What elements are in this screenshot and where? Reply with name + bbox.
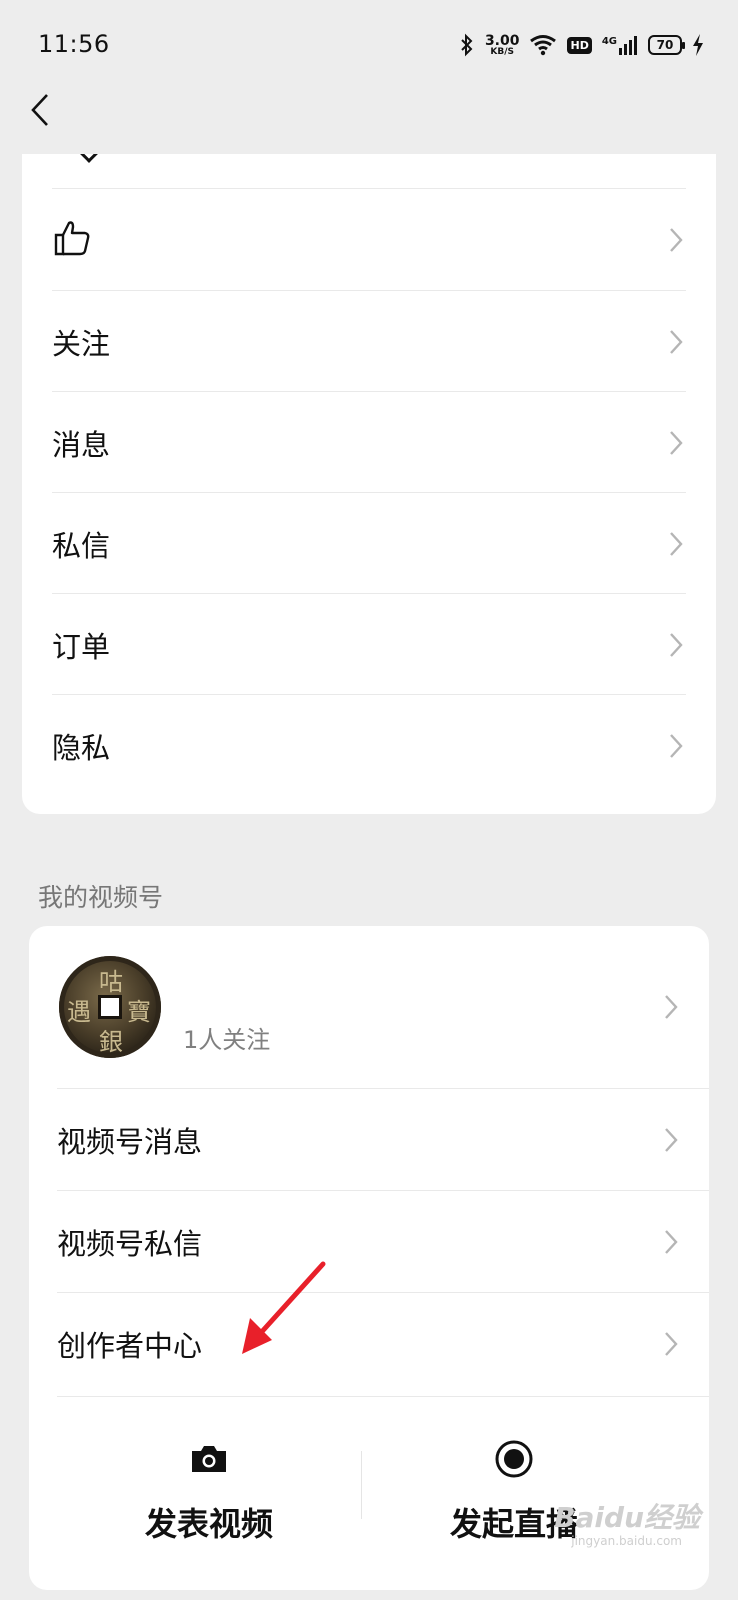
thumbs-up-icon [52, 219, 92, 261]
post-video-label: 发表视频 [144, 1505, 273, 1543]
channels-card: 咕 寶 遇 銀 1人关注 视频号消息 视频号私信 创作者中心 发表视频 发起直播 [29, 926, 709, 1590]
back-icon [31, 94, 48, 126]
network-speed-unit: KB/S [490, 46, 515, 57]
menu-item-label: 私信 [52, 529, 111, 563]
settings-card: 关注 消息 私信 订单 隐私 [22, 154, 716, 814]
chevron-right-icon [670, 431, 683, 455]
follower-count: 1人关注 [183, 1026, 271, 1054]
avatar-glyph: 咕 [99, 968, 123, 996]
channel-profile-row[interactable]: 咕 寶 遇 銀 1人关注 [29, 926, 709, 1088]
status-time: 11:56 [38, 30, 110, 58]
baidu-watermark: Baidu经验 [554, 1501, 700, 1534]
coin-hole [98, 995, 122, 1019]
chevron-right-icon [670, 734, 683, 758]
hd-badge: HD [567, 36, 592, 54]
menu-item-orders[interactable]: 订单 [52, 593, 686, 696]
wifi-icon [529, 34, 557, 56]
chevron-right-icon [665, 995, 678, 1019]
channel-item-messages[interactable]: 视频号消息 [57, 1088, 709, 1191]
channel-item-label: 创作者中心 [57, 1329, 203, 1363]
network-speed-value: 3.00 [484, 32, 520, 49]
menu-item-follow[interactable]: 关注 [52, 290, 686, 393]
baidu-watermark-url: jingyan.baidu.com [571, 1534, 682, 1548]
post-video-button[interactable]: 发表视频 [57, 1397, 361, 1543]
channel-item-label: 视频号消息 [57, 1125, 203, 1159]
chevron-right-icon [665, 1332, 678, 1356]
avatar-glyph: 寶 [127, 998, 151, 1026]
nav-bar [0, 90, 738, 154]
likes-row[interactable] [52, 188, 686, 291]
menu-item-messages[interactable]: 消息 [52, 391, 686, 494]
channel-item-private-messages[interactable]: 视频号私信 [57, 1190, 709, 1293]
avatar-glyph: 遇 [67, 998, 91, 1026]
channel-item-creator-center[interactable]: 创作者中心 [57, 1292, 709, 1395]
network-type: 4G [601, 36, 617, 47]
status-bar: 11:56 3.00 KB/S HD 4G 70 [0, 0, 738, 90]
menu-item-private-messages[interactable]: 私信 [52, 492, 686, 595]
chevron-right-icon [670, 330, 683, 354]
battery-icon: 70 [648, 35, 685, 55]
bluetooth-icon [459, 33, 475, 57]
section-title-channels: 我的视频号 [38, 883, 164, 912]
network-speed: 3.00 KB/S [485, 34, 520, 57]
menu-item-label: 消息 [52, 428, 111, 462]
chevron-right-icon [670, 228, 683, 252]
status-icons: 3.00 KB/S HD 4G 70 [459, 30, 704, 60]
menu-item-label: 关注 [52, 327, 111, 361]
camera-icon [189, 1439, 229, 1479]
signal-icon: 4G [602, 34, 638, 56]
chevron-right-icon [665, 1128, 678, 1152]
live-record-icon [494, 1439, 534, 1479]
charging-icon [692, 34, 704, 56]
chevron-right-icon [670, 633, 683, 657]
channel-item-label: 视频号私信 [57, 1227, 203, 1261]
avatar-glyph: 銀 [99, 1028, 123, 1056]
back-button[interactable] [20, 90, 60, 130]
menu-item-label: 订单 [52, 630, 111, 664]
partial-icon [79, 154, 99, 163]
menu-item-privacy[interactable]: 隐私 [52, 694, 686, 797]
chevron-right-icon [670, 532, 683, 556]
avatar: 咕 寶 遇 銀 [59, 956, 161, 1058]
menu-item-label: 隐私 [52, 731, 111, 765]
chevron-right-icon [665, 1230, 678, 1254]
